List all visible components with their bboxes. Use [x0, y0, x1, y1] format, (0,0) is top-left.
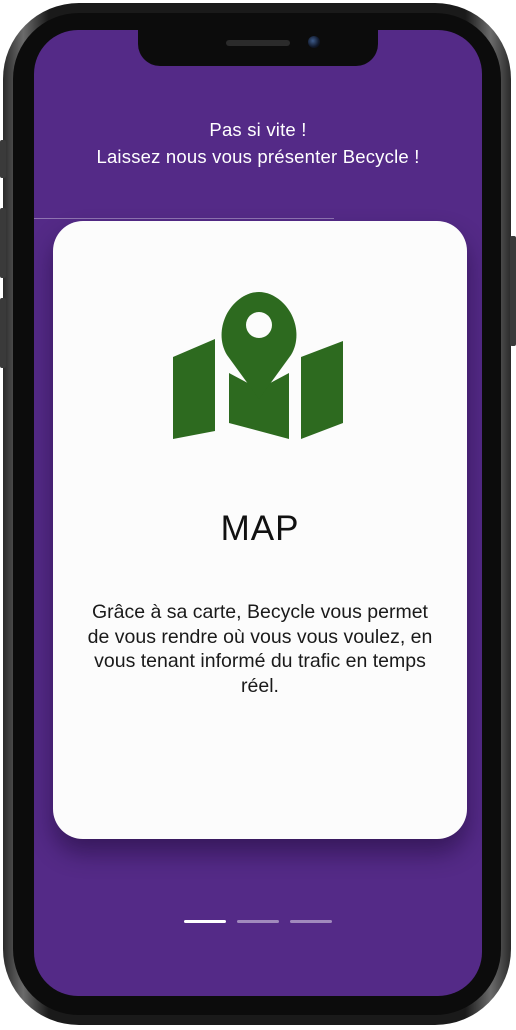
map-left-panel — [173, 339, 215, 439]
mute-switch — [0, 140, 6, 178]
header-divider — [34, 218, 334, 219]
page-indicator — [184, 920, 334, 924]
page-dot-3[interactable] — [290, 920, 332, 923]
intro-heading: Pas si vite ! — [209, 119, 307, 140]
front-camera — [308, 36, 320, 48]
map-right-panel — [301, 341, 343, 439]
speaker-grille — [226, 40, 290, 46]
page-dot-2[interactable] — [237, 920, 279, 923]
card-title: MAP — [220, 509, 300, 548]
onboarding-card[interactable]: MAP Grâce à sa carte, Becycle vous perme… — [53, 221, 467, 839]
intro-subheading: Laissez nous vous présenter Becycle ! — [96, 146, 420, 167]
app-screen: Pas si vite ! Laissez nous vous présente… — [34, 30, 482, 996]
power-button — [510, 236, 516, 346]
page-dot-1-active[interactable] — [184, 920, 226, 923]
volume-up-button — [0, 208, 6, 278]
notch — [138, 30, 378, 66]
map-pin-icon — [173, 292, 343, 439]
card-description: Grâce à sa carte, Becycle vous permet de… — [87, 601, 433, 697]
pin-hole — [246, 312, 272, 338]
volume-down-button — [0, 298, 6, 368]
